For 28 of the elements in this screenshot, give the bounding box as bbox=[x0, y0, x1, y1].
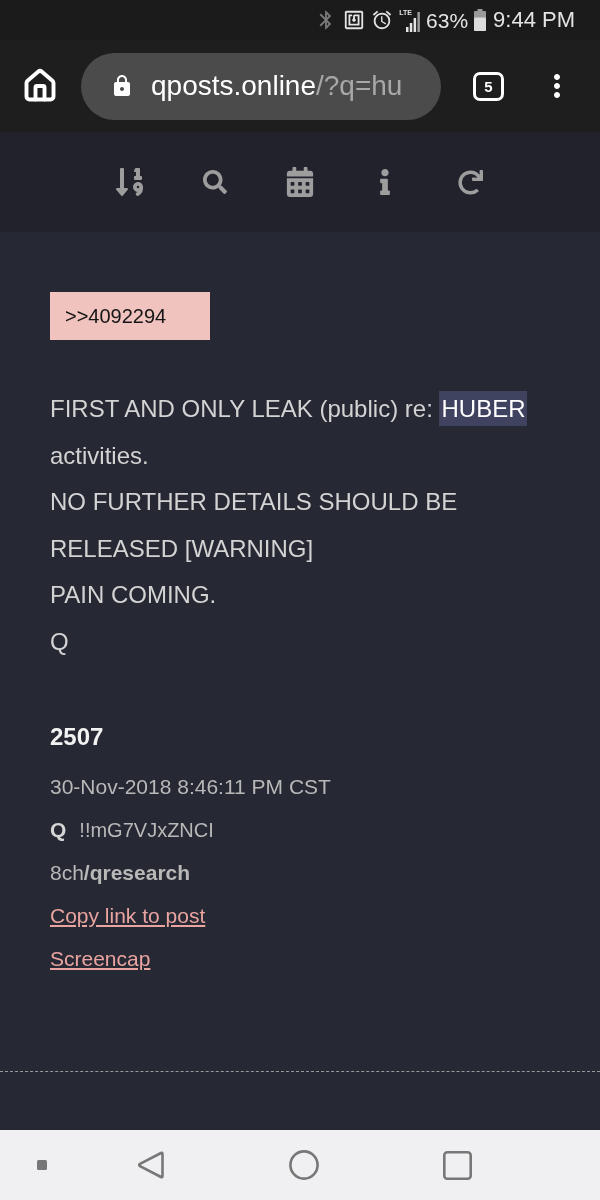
calendar-icon[interactable] bbox=[285, 167, 315, 197]
post-text: PAIN COMING. bbox=[50, 580, 218, 610]
refresh-icon[interactable] bbox=[457, 169, 483, 195]
home-icon[interactable] bbox=[22, 68, 58, 104]
tab-switcher-button[interactable]: 5 bbox=[473, 71, 504, 101]
search-icon[interactable] bbox=[203, 170, 227, 194]
author-name: Q bbox=[50, 816, 67, 843]
post-action-link[interactable]: Screencap bbox=[50, 937, 151, 980]
post-text: Q bbox=[50, 626, 70, 657]
post-reference-link[interactable]: >>4092294 bbox=[50, 292, 210, 340]
nfc-icon bbox=[343, 9, 366, 31]
url-text: qposts.online/?q=hu bbox=[151, 72, 403, 100]
post-action-link[interactable]: Copy link to post bbox=[50, 894, 206, 937]
address-bar[interactable]: qposts.online/?q=hu bbox=[81, 52, 441, 120]
sort-numeric-icon[interactable] bbox=[114, 166, 146, 198]
clock-time: 9:44 PM bbox=[493, 9, 575, 31]
post-text: FIRST AND ONLY LEAK (public) re: HUBER activities. bbox=[50, 386, 540, 479]
post-number: 2507 bbox=[50, 722, 104, 752]
home-circle-icon[interactable] bbox=[289, 1150, 319, 1180]
back-icon[interactable] bbox=[137, 1150, 164, 1180]
battery-percent: 63% bbox=[426, 9, 469, 31]
alarm-icon bbox=[371, 9, 394, 31]
board-name: 8ch/qresearch bbox=[50, 860, 191, 886]
post-timestamp: 30-Nov-2018 8:46:11 PM CST bbox=[50, 774, 331, 800]
battery-icon bbox=[474, 9, 487, 31]
recent-apps-icon[interactable] bbox=[443, 1150, 472, 1180]
post-text: NO FURTHER DETAILS SHOULD BE RELEASED [WARNING] bbox=[50, 487, 459, 564]
tripcode: !!mG7VJxZNCI bbox=[79, 817, 214, 843]
